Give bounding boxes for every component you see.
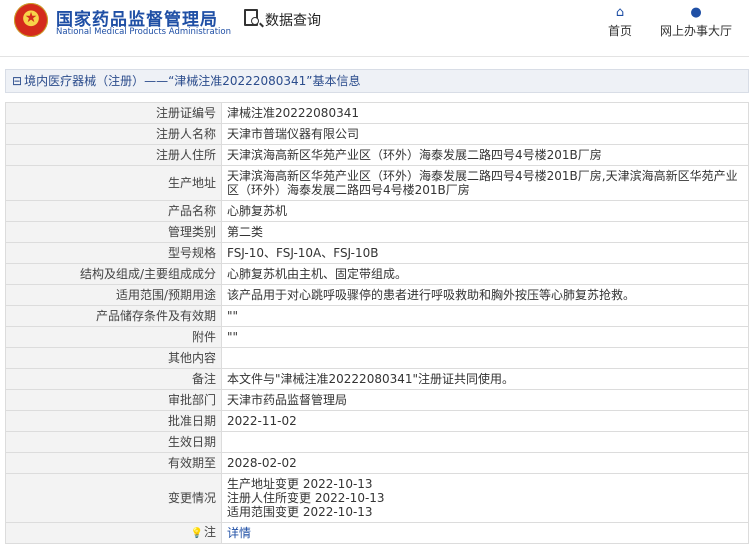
field-label: 注册人名称 [5,123,222,145]
breadcrumb: ⊟ 境内医疗器械（注册）——“津械注准20222080341”基本信息 [5,69,749,93]
table-row: 有效期至 2028-02-02 [5,452,749,474]
national-emblem-icon [14,3,48,37]
field-label: 结构及组成/主要组成成分 [5,263,222,285]
field-label: 注册证编号 [5,102,222,124]
location-icon: ⊟ [12,74,23,88]
field-value: 该产品用于对心跳呼吸骤停的患者进行呼吸救助和胸外按压等心肺复苏抢救。 [221,284,749,306]
field-value: 2028-02-02 [221,452,749,474]
field-label: 批准日期 [5,410,222,432]
field-label: 生效日期 [5,431,222,453]
table-row: 注册人名称 天津市普瑞仪器有限公司 [5,123,749,145]
field-label: 注册人住所 [5,144,222,166]
site-header: 国家药品监督管理局 National Medical Products Admi… [0,0,749,42]
field-label: 有效期至 [5,452,222,474]
field-label: 附件 [5,326,222,348]
user-icon: ● [690,5,702,20]
field-value: 心肺复苏机由主机、固定带组成。 [221,263,749,285]
table-row: 适用范围/预期用途 该产品用于对心跳呼吸骤停的患者进行呼吸救助和胸外按压等心肺复… [5,284,749,306]
field-value: 天津市药品监督管理局 [221,389,749,411]
field-value: "" [221,305,749,327]
change-record: 生产地址变更 2022-10-13 [227,477,373,491]
nav-home-label: 首页 [607,24,632,38]
field-label: 产品名称 [5,200,222,222]
field-value: 第二类 [221,221,749,243]
field-value: 本文件与"津械注准20222080341"注册证共同使用。 [221,368,749,390]
table-row: 结构及组成/主要组成成分 心肺复苏机由主机、固定带组成。 [5,263,749,285]
breadcrumb-text: 境内医疗器械（注册）——“津械注准20222080341”基本信息 [24,74,361,88]
table-row: 附件 "" [5,326,749,348]
field-label: 适用范围/预期用途 [5,284,222,306]
table-row: 生产地址 天津滨海高新区华苑产业区（环外）海泰发展二路四号4号楼201B厂房,天… [5,165,749,201]
change-record: 适用范围变更 2022-10-13 [227,505,373,519]
field-label: 💡注 [5,522,222,544]
home-icon: ⌂ [615,5,625,20]
table-row: 型号规格 FSJ-10、FSJ-10A、FSJ-10B [5,242,749,264]
field-label: 型号规格 [5,242,222,264]
field-label: 生产地址 [5,165,222,201]
field-label: 备注 [5,368,222,390]
table-row: 产品储存条件及有效期 "" [5,305,749,327]
field-value: FSJ-10、FSJ-10A、FSJ-10B [221,242,749,264]
bulb-icon: 💡 [190,528,203,539]
registration-info-table: 注册证编号 津械注准20222080341 注册人名称 天津市普瑞仪器有限公司 … [5,102,749,544]
nav-home[interactable]: ⌂ 首页 [604,4,636,39]
table-row: 批准日期 2022-11-02 [5,410,749,432]
field-value: "" [221,326,749,348]
field-value: 天津市普瑞仪器有限公司 [221,123,749,145]
field-value: 详情 [221,522,749,544]
change-record: 注册人住所变更 2022-10-13 [227,491,385,505]
field-value: 生产地址变更 2022-10-13 注册人住所变更 2022-10-13 适用范… [221,473,749,523]
field-label: 变更情况 [5,473,222,523]
field-value: 2022-11-02 [221,410,749,432]
table-row: 审批部门 天津市药品监督管理局 [5,389,749,411]
field-label: 管理类别 [5,221,222,243]
field-value [221,347,749,369]
field-value [221,431,749,453]
field-label: 产品储存条件及有效期 [5,305,222,327]
note-label: 注 [203,525,216,539]
table-row: 💡注 详情 [5,522,749,544]
table-row: 生效日期 [5,431,749,453]
field-value: 天津滨海高新区华苑产业区（环外）海泰发展二路四号4号楼201B厂房,天津滨海高新… [221,165,749,201]
header-divider [0,56,749,57]
field-value: 心肺复苏机 [221,200,749,222]
table-row: 备注 本文件与"津械注准20222080341"注册证共同使用。 [5,368,749,390]
field-value: 津械注准20222080341 [221,102,749,124]
data-query-icon [244,9,259,26]
brand-subtitle: National Medical Products Administration [56,27,231,37]
field-value: 天津滨海高新区华苑产业区（环外）海泰发展二路四号4号楼201B厂房 [221,144,749,166]
nav-online-hall[interactable]: ● 网上办事大厅 [656,4,736,39]
field-label: 审批部门 [5,389,222,411]
table-row: 注册证编号 津械注准20222080341 [5,102,749,124]
table-row: 管理类别 第二类 [5,221,749,243]
nav-online-hall-label: 网上办事大厅 [659,24,732,38]
details-link[interactable]: 详情 [227,526,251,540]
field-label: 其他内容 [5,347,222,369]
table-row: 产品名称 心肺复苏机 [5,200,749,222]
table-row: 变更情况 生产地址变更 2022-10-13 注册人住所变更 2022-10-1… [5,473,749,523]
table-row: 其他内容 [5,347,749,369]
table-row: 注册人住所 天津滨海高新区华苑产业区（环外）海泰发展二路四号4号楼201B厂房 [5,144,749,166]
data-query-title: 数据查询 [265,13,321,29]
